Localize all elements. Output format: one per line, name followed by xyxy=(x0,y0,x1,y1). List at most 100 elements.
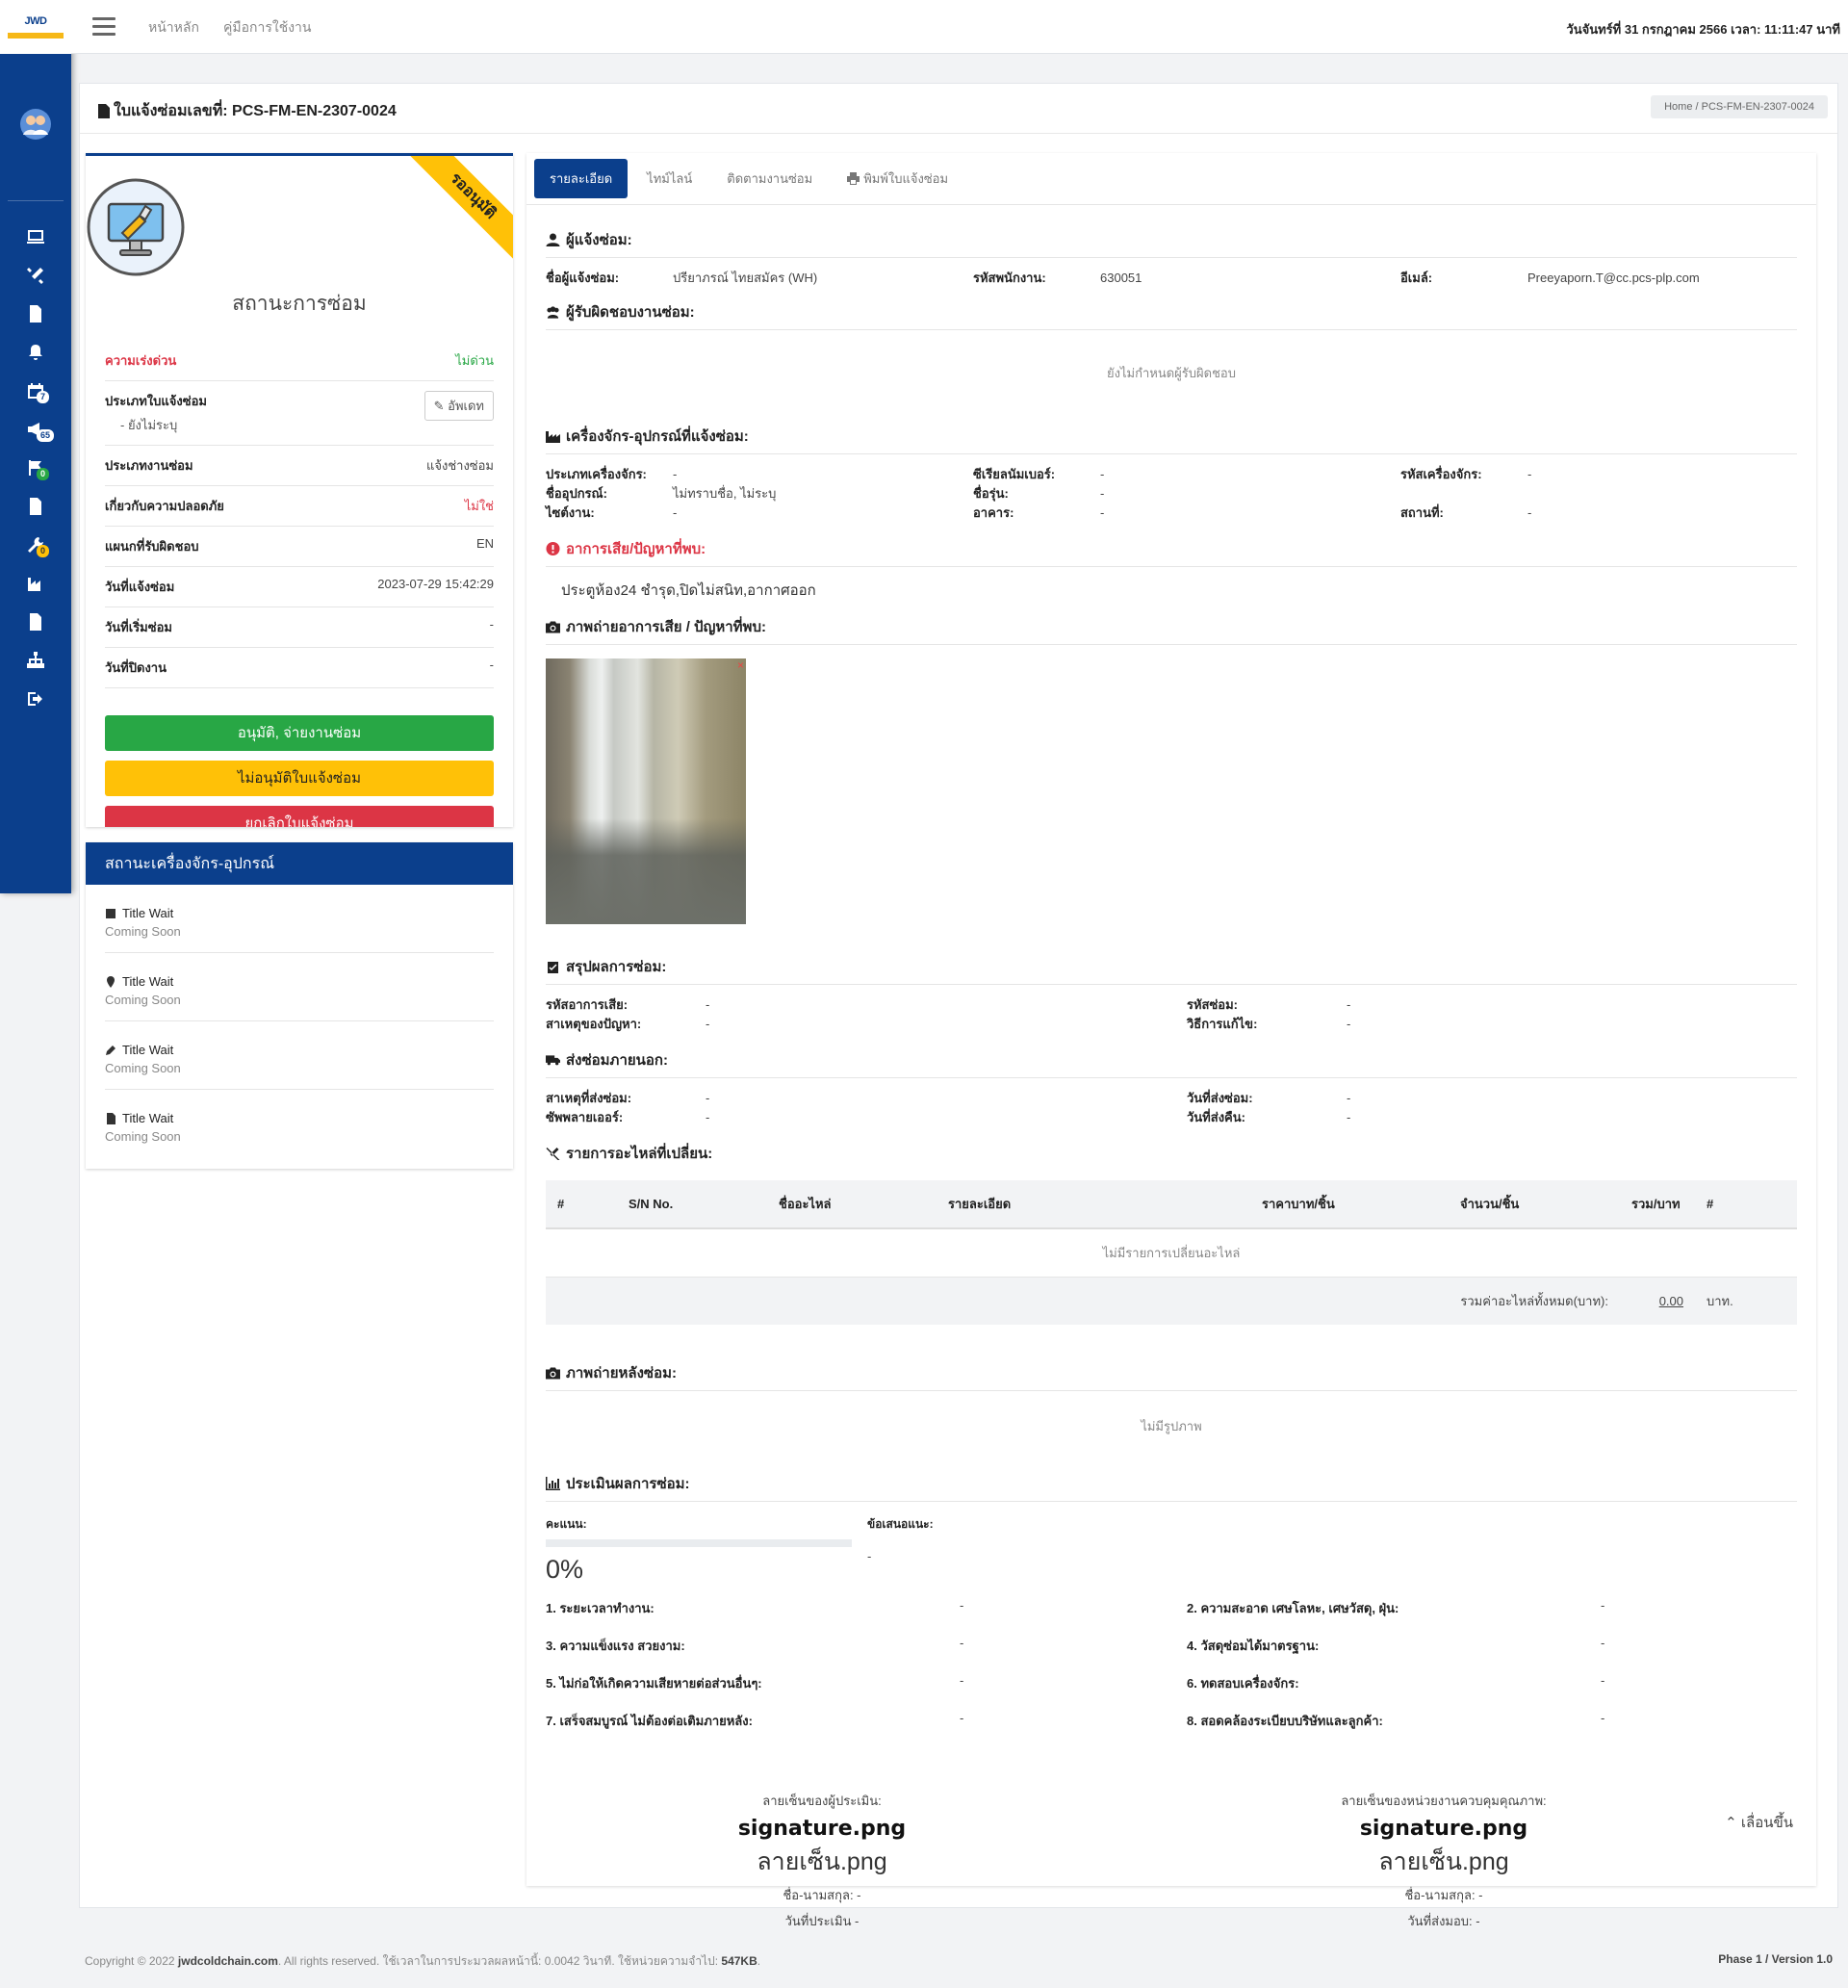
sidebar: JWD 7 65 0 0 xyxy=(0,0,71,893)
page-card: ใบแจ้งซ่อมเลขที่: PCS-FM-EN-2307-0024 Ho… xyxy=(79,83,1838,1928)
chart-bar-icon xyxy=(546,1477,560,1490)
sidebar-item-factory[interactable] xyxy=(0,564,71,603)
footer-site-link[interactable]: jwdcoldchain.com xyxy=(178,1954,278,1968)
evaluator-signature-image: signature.png xyxy=(737,1817,907,1841)
sidebar-item-calendar[interactable]: 7 xyxy=(0,372,71,410)
urgency-value: ไม่ด่วน xyxy=(455,353,494,368)
responsible-empty: ยังไม่กำหนดผู้รับผิดชอบ xyxy=(1107,366,1236,380)
sidebar-item-reports[interactable] xyxy=(0,487,71,526)
problem-section-title: อาการเสีย/ปัญหาที่พบ: xyxy=(546,537,1797,567)
status-heading: สถานะการซ่อม xyxy=(232,293,367,315)
tools-icon xyxy=(27,268,43,284)
table-row: ไม่มีรายการเปลี่ยนอะไหล่ xyxy=(546,1228,1797,1278)
sidebar-item-flags[interactable]: 0 xyxy=(0,449,71,487)
summary-details: รหัสอาการเสีย: - รหัสซ่อม: - สาเหตุของปั… xyxy=(546,994,1797,1033)
reporter-section-title: ผู้แจ้งซ่อม: xyxy=(546,228,1797,258)
sidebar-item-maintenance[interactable]: 0 xyxy=(0,526,71,564)
after-photos-empty: ไม่มีรูปภาพ xyxy=(1141,1419,1202,1433)
sign-out-icon xyxy=(28,692,42,706)
start-date-row: วันที่เริ่มซ่อม - xyxy=(105,607,494,648)
file-icon xyxy=(98,104,110,118)
outsource-section-title: ส่งซ่อมภายนอก: xyxy=(546,1048,1797,1078)
reporter-emp-id: 630051 xyxy=(1100,270,1142,285)
tab-timeline[interactable]: ไทม์ไลน์ xyxy=(631,159,707,198)
parts-total-value: 0.00 xyxy=(1620,1277,1695,1325)
summary-section-title: สรุปผลการซ่อม: xyxy=(546,955,1797,985)
reporter-row: ชื่อผู้แจ้งซ่อม: ปรียาภรณ์ ไทยสมัคร (WH)… xyxy=(546,268,1797,287)
detail-content: ผู้แจ้งซ่อม: ชื่อผู้แจ้งซ่อม: ปรียาภรณ์ … xyxy=(526,228,1816,1931)
nav-home-link[interactable]: หน้าหลัก xyxy=(148,17,199,39)
flags-badge: 0 xyxy=(37,468,50,480)
sidebar-item-dashboard[interactable] xyxy=(0,218,71,256)
file-text-icon xyxy=(30,498,41,515)
reported-date-row: วันที่แจ้งซ่อม 2023-07-29 15:42:29 xyxy=(105,567,494,607)
machine-status-item: Title Wait Coming Soon xyxy=(105,885,494,953)
parts-table: # S/N No. ชื่ออะไหล่ รายละเอียด ราคาบาท/… xyxy=(546,1180,1797,1325)
document-icon xyxy=(30,305,41,323)
problem-description: ประตูห้อง24 ชำรุด,ปิดไม่สนิท,อากาศออก xyxy=(561,582,816,599)
left-column: รออนุมัติ สถานะการซ่อม ความเร่งด่วน ไม่ด… xyxy=(86,153,513,1169)
calendar-badge: 7 xyxy=(37,391,50,403)
tab-tracking[interactable]: ติดตามงานซ่อม xyxy=(711,159,828,198)
tab-print[interactable]: พิมพ์ใบแจ้งซ่อม xyxy=(832,159,963,198)
close-icon[interactable]: × xyxy=(737,658,744,672)
breadcrumb[interactable]: Home / PCS-FM-EN-2307-0024 xyxy=(1651,95,1828,118)
reporter-email[interactable]: Preeyaporn.T@cc.pcs-plp.com xyxy=(1527,271,1700,285)
book-icon xyxy=(106,908,116,918)
machine-row: ประเภทเครื่องจักร: - ซีเรียลนัมเบอร์: - … xyxy=(546,466,1532,481)
alerts-badge: 65 xyxy=(37,429,55,442)
sidebar-item-organization[interactable] xyxy=(0,641,71,680)
machine-status-item: Title Wait Coming Soon xyxy=(105,1111,181,1144)
sitemap-icon xyxy=(27,652,44,668)
nav-manual-link[interactable]: คู่มือการใช้งาน xyxy=(223,17,311,39)
topbar: หน้าหลัก คู่มือการใช้งาน วันจันทร์ที่ 31… xyxy=(71,0,1848,54)
scroll-up-button[interactable]: ⌃ เลื่อนขึ้น xyxy=(1725,1811,1793,1834)
logo[interactable]: JWD xyxy=(0,0,71,54)
status-ribbon: รออนุมัติ xyxy=(407,156,513,262)
file-icon xyxy=(107,1112,116,1124)
cancel-button[interactable]: ยกเลิกใบแจ้งซ่อม xyxy=(105,806,494,827)
monitor-icon xyxy=(27,230,44,244)
evaluation-section-title: ประเมินผลการซ่อม: xyxy=(546,1472,1797,1502)
problem-photo[interactable]: × xyxy=(546,658,746,924)
update-button[interactable]: ✎ อัพเดท xyxy=(424,391,494,421)
summary-row: รหัสอาการเสีย: - รหัสซ่อม: - xyxy=(546,996,1351,1012)
evaluation-criteria: 1. ระยะเวลาทำงาน: - 2. ความสะอาด เศษโลหะ,… xyxy=(546,1598,1605,1728)
summary-row: สาเหตุของปัญหา: - วิธีการแก้ไข: - xyxy=(546,1016,1351,1031)
outsource-details: สาเหตุที่ส่งซ่อม: - วันที่ส่งซ่อม: - ซัพ… xyxy=(546,1088,1797,1126)
problem-photos-title: ภาพถ่ายอาการเสีย / ปัญหาที่พบ: xyxy=(546,615,1797,645)
tab-details[interactable]: รายละเอียด xyxy=(534,159,629,198)
approve-button[interactable]: อนุมัติ, จ่ายงานซ่อม xyxy=(105,715,494,751)
tools-icon xyxy=(546,1148,560,1160)
sidebar-item-logout[interactable] xyxy=(0,680,71,718)
hamburger-icon[interactable] xyxy=(92,17,116,37)
map-marker-icon xyxy=(107,975,115,988)
machine-status-item: Title Wait Coming Soon xyxy=(105,1021,494,1090)
sidebar-item-documents[interactable] xyxy=(0,295,71,333)
pencil-icon xyxy=(106,1045,116,1055)
parts-section-title: รายการอะไหล่ที่เปลี่ยน: xyxy=(546,1142,1797,1171)
type-value: - ยังไม่ระบุ xyxy=(120,418,178,432)
maintenance-badge: 0 xyxy=(37,545,50,557)
page-header: ใบแจ้งซ่อมเลขที่: PCS-FM-EN-2307-0024 Ho… xyxy=(80,84,1837,134)
outsource-row: สาเหตุที่ส่งซ่อม: - วันที่ส่งซ่อม: - xyxy=(546,1090,1351,1105)
sidebar-item-files[interactable] xyxy=(0,603,71,641)
sidebar-item-alerts[interactable]: 65 xyxy=(0,410,71,449)
machine-status-card: สถานะเครื่องจักร-อุปกรณ์ Title Wait Comi… xyxy=(86,842,513,1169)
score-value: 0% xyxy=(546,1555,584,1584)
camera-icon xyxy=(546,621,560,633)
current-datetime: วันจันทร์ที่ 31 กรกฎาคม 2566 เวลา: 11:11… xyxy=(1566,22,1840,37)
users-icon xyxy=(547,306,559,319)
sidebar-item-repair[interactable] xyxy=(0,256,71,295)
close-date-row: วันที่ปิดงาน - xyxy=(105,648,494,688)
type-row: ประเภทใบแจ้งซ่อม - ยังไม่ระบุ ✎ อัพเดท xyxy=(105,381,494,446)
right-column: รายละเอียด ไทม์ไลน์ ติดตามงานซ่อม พิมพ์ใ… xyxy=(526,153,1816,1928)
reporter-name: ปรียาภรณ์ ไทยสมัคร (WH) xyxy=(673,270,818,285)
safety-row: เกี่ยวกับความปลอดภัย ไม่ใช่ xyxy=(105,486,494,527)
status-card: รออนุมัติ สถานะการซ่อม ความเร่งด่วน ไม่ด… xyxy=(86,153,513,827)
sidebar-item-notifications[interactable] xyxy=(0,333,71,372)
suggestion-value: - xyxy=(867,1549,872,1563)
urgency-row: ความเร่งด่วน ไม่ด่วน xyxy=(105,341,494,381)
reject-button[interactable]: ไม่อนุมัติใบแจ้งซ่อม xyxy=(105,761,494,796)
users-avatar-icon[interactable] xyxy=(19,108,52,141)
